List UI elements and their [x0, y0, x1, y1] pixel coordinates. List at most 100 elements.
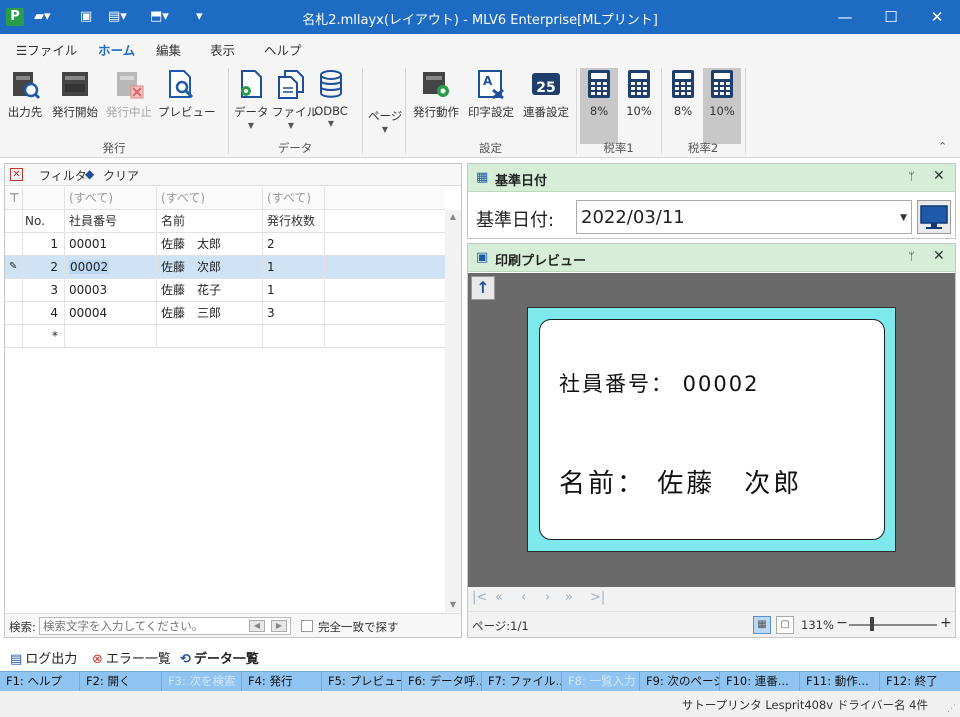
zoom-out-icon[interactable]: − [836, 615, 848, 631]
serial-settings-button[interactable]: 25 連番設定 [520, 68, 572, 144]
fkey-f4-issue[interactable]: F4: 発行 [242, 672, 322, 691]
odbc-dropdown-button[interactable]: ODBC ▼ [312, 68, 350, 144]
minimize-button[interactable]: — [822, 0, 868, 34]
fkey-f7-file[interactable]: F7: ファイル... [482, 672, 562, 691]
pin-icon[interactable]: ᛘ [908, 170, 915, 183]
fkey-f6-data-call[interactable]: F6: データ呼... [402, 672, 482, 691]
cell-name[interactable] [157, 325, 263, 348]
maximize-button[interactable]: ☐ [868, 0, 914, 34]
cell-count[interactable] [263, 325, 325, 348]
cell-emp[interactable]: 00003 [65, 279, 157, 302]
filter-cell-no[interactable] [23, 187, 65, 210]
column-header-emp[interactable]: 社員番号 [65, 210, 157, 233]
cell-count[interactable]: 1 [263, 256, 325, 279]
cell-emp[interactable]: 00004 [65, 302, 157, 325]
fkey-f12-exit[interactable]: F12: 終了 [880, 672, 960, 691]
zoom-slider-thumb[interactable] [870, 617, 874, 631]
cell-emp[interactable]: 00001 [65, 233, 157, 256]
cell-count[interactable]: 1 [263, 279, 325, 302]
next-10-pages-icon[interactable]: » [565, 590, 573, 605]
column-header-no[interactable]: No. [23, 210, 65, 233]
preview-button[interactable]: プレビュー [158, 68, 216, 144]
tab-home[interactable]: ホーム [98, 40, 136, 64]
tab-log-output[interactable]: ▤ ログ出力 [10, 648, 77, 667]
issue-action-button[interactable]: 発行動作 [410, 68, 462, 144]
column-header-name[interactable]: 名前 [157, 210, 263, 233]
preview-canvas[interactable]: ↑ 社員番号： 00002 名前： 佐藤 次郎 [468, 273, 955, 587]
first-page-icon[interactable]: |< [472, 590, 487, 605]
table-row[interactable]: 4 00004 佐藤 三郎 3 [5, 302, 445, 325]
cell-count[interactable]: 2 [263, 233, 325, 256]
cell-name[interactable]: 佐藤 花子 [157, 279, 263, 302]
fkey-f2-open[interactable]: F2: 開く [80, 672, 162, 691]
cell-count[interactable]: 3 [263, 302, 325, 325]
zoom-in-icon[interactable]: + [940, 615, 952, 631]
filter-button[interactable]: フィルタ [39, 167, 87, 184]
tab-edit[interactable]: 編集 [156, 40, 181, 59]
collapse-ribbon-icon[interactable]: ⌃ [938, 140, 947, 153]
prev-page-icon[interactable]: ‹ [521, 590, 526, 605]
issue-stop-button[interactable]: 発行中止 [104, 68, 154, 144]
scroll-down-icon[interactable]: ▼ [445, 598, 461, 612]
tax2-10-percent-button[interactable]: 10% [703, 68, 741, 144]
filter-cell-count[interactable]: (すべて) [263, 187, 325, 210]
output-destination-button[interactable]: 出力先 [4, 68, 46, 144]
tab-view[interactable]: 表示 [210, 40, 235, 59]
last-page-icon[interactable]: >| [590, 590, 605, 605]
print-setup-icon[interactable]: ▤▾ [108, 9, 134, 25]
close-button[interactable]: ✕ [914, 0, 960, 34]
table-row[interactable]: 3 00003 佐藤 花子 1 [5, 279, 445, 302]
exact-match-checkbox[interactable] [301, 620, 313, 632]
resize-grip-icon[interactable]: ⋰ [947, 704, 956, 714]
tab-file[interactable]: ☰ファイル [16, 40, 77, 59]
cell-emp[interactable]: 00002 [65, 256, 157, 279]
tax1-10-percent-button[interactable]: 10% [620, 68, 658, 144]
next-page-icon[interactable]: › [545, 590, 550, 605]
close-icon[interactable]: ✕ [933, 248, 945, 264]
multi-page-view-icon[interactable]: ▦ [753, 616, 771, 634]
pin-icon[interactable]: ᛘ [908, 250, 915, 263]
fkey-f1-help[interactable]: F1: ヘルプ [0, 672, 80, 691]
export-icon[interactable]: ⬒▾ [150, 9, 176, 25]
tab-help[interactable]: ヘルプ [264, 40, 302, 59]
file-dropdown-button[interactable]: ファイル ▼ [272, 68, 318, 144]
cell-emp[interactable] [65, 325, 157, 348]
save-icon[interactable]: ▣ [80, 9, 106, 25]
single-page-view-icon[interactable]: ▢ [776, 616, 794, 634]
open-folder-icon[interactable]: ▰▾ [34, 9, 60, 25]
tab-error-list[interactable]: ⊗ エラー一覧 [92, 648, 171, 667]
fkey-f5-preview[interactable]: F5: プレビュー [322, 672, 402, 691]
search-next-button[interactable]: ▶ [271, 620, 287, 632]
filter-cell-name[interactable]: (すべて) [157, 187, 263, 210]
data-dropdown-button[interactable]: データ ▼ [234, 68, 269, 144]
cell-name[interactable]: 佐藤 太郎 [157, 233, 263, 256]
print-settings-button[interactable]: A 印字設定 [465, 68, 517, 144]
zoom-slider-track[interactable] [849, 624, 937, 626]
issue-start-button[interactable]: 発行開始 [50, 68, 100, 144]
fkey-f9-next-page[interactable]: F9: 次のページ [640, 672, 720, 691]
page-dropdown-button[interactable]: ページ ▼ [368, 68, 402, 144]
close-icon[interactable]: ✕ [933, 168, 945, 184]
fkey-f8-list-input[interactable]: F8: 一覧入力 [562, 672, 640, 691]
clear-button[interactable]: クリア [103, 167, 139, 184]
search-prev-button[interactable]: ◀ [249, 620, 265, 632]
display-monitor-button[interactable] [917, 200, 951, 234]
clear-filter-x-icon[interactable]: ✕ [10, 168, 23, 181]
customize-quick-access-icon[interactable]: ▾ [196, 9, 222, 25]
base-date-dropdown[interactable]: 2022/03/11 ▼ [576, 200, 912, 234]
prev-10-pages-icon[interactable]: « [495, 590, 503, 605]
table-row[interactable]: 1 00001 佐藤 太郎 2 [5, 233, 445, 256]
grid-vertical-scrollbar[interactable]: ▲ ▼ [445, 210, 461, 612]
tab-data-list[interactable]: ⟲ データ一覧 [180, 648, 259, 667]
tax2-8-percent-button[interactable]: 8% [664, 68, 702, 144]
fkey-f11-action[interactable]: F11: 動作... [800, 672, 880, 691]
fkey-f3-find-next[interactable]: F3: 次を検索 [162, 672, 242, 691]
cell-name[interactable]: 佐藤 次郎 [157, 256, 263, 279]
arrow-up-icon[interactable]: ↑ [471, 276, 495, 300]
app-logo-icon[interactable]: P [6, 8, 24, 26]
table-row[interactable]: ✎ 2 00002 佐藤 次郎 1 [5, 256, 445, 279]
column-header-count[interactable]: 発行枚数 [263, 210, 325, 233]
tax1-8-percent-button[interactable]: 8% [580, 68, 618, 144]
cell-name[interactable]: 佐藤 三郎 [157, 302, 263, 325]
scroll-up-icon[interactable]: ▲ [445, 210, 461, 224]
